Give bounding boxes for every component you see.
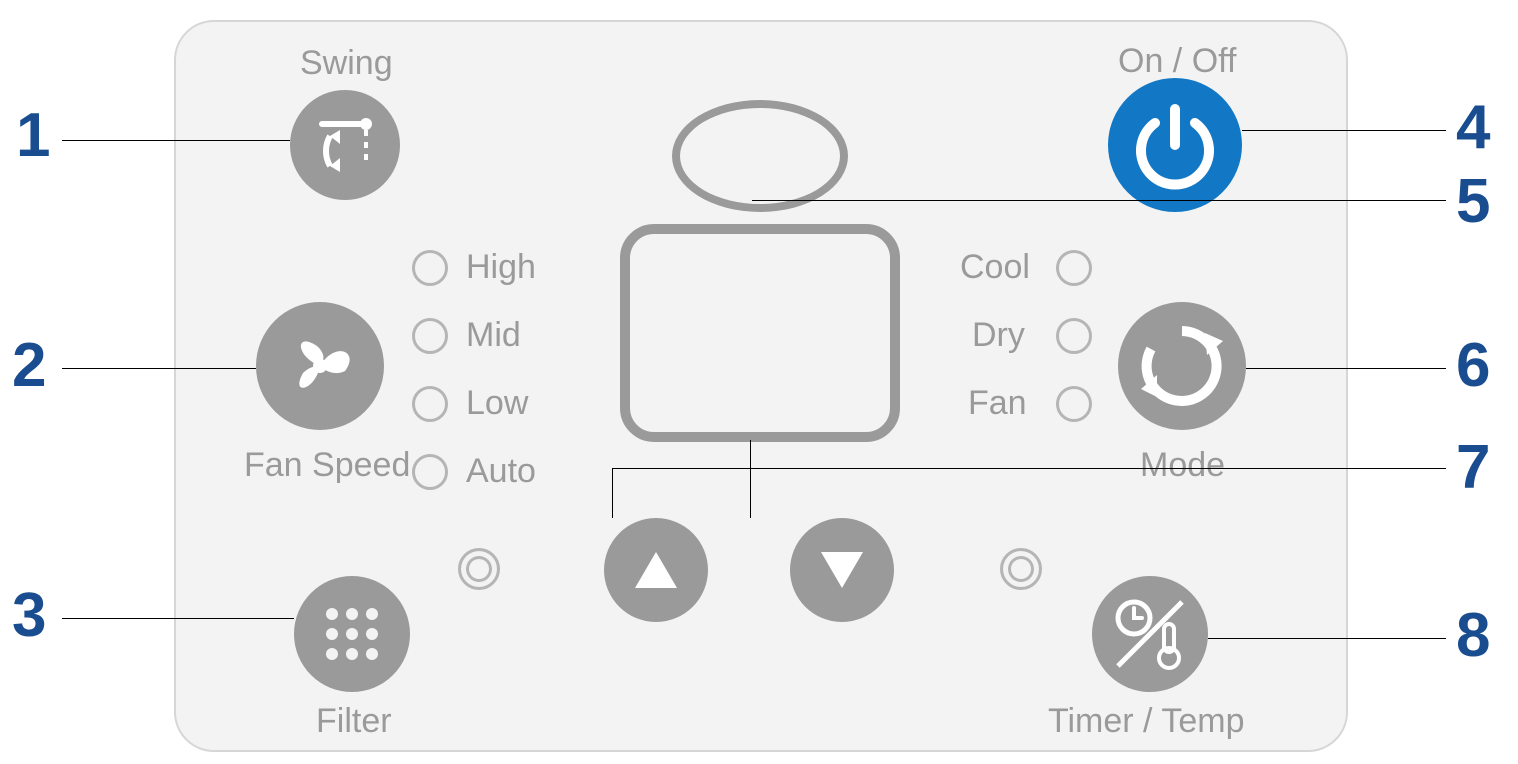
mode-button[interactable] xyxy=(1118,302,1246,430)
callout-3: 3 xyxy=(12,580,46,651)
mode-dry-label: Dry xyxy=(972,316,1025,355)
ir-receiver xyxy=(672,100,848,212)
leader-4 xyxy=(1242,130,1446,131)
leader-5 xyxy=(752,200,1446,201)
filter-icon xyxy=(316,598,388,670)
fan-mid-label: Mid xyxy=(466,316,521,355)
timer-temp-indicator xyxy=(1000,548,1042,590)
triangle-down-icon xyxy=(817,548,867,592)
callout-6: 6 xyxy=(1456,330,1490,401)
mode-fan-label: Fan xyxy=(968,384,1027,423)
callout-8: 8 xyxy=(1456,600,1490,671)
up-button[interactable] xyxy=(604,518,708,622)
callout-7: 7 xyxy=(1456,432,1490,503)
mode-cool-indicator xyxy=(1056,250,1092,286)
power-icon xyxy=(1125,95,1225,195)
fan-mid-indicator xyxy=(412,318,448,354)
timer-temp-icon xyxy=(1108,592,1192,676)
swing-button[interactable] xyxy=(290,90,400,200)
mode-dry-indicator xyxy=(1056,318,1092,354)
leader-2 xyxy=(62,368,256,369)
callout-4: 4 xyxy=(1456,92,1490,163)
leader-7-h xyxy=(612,468,1446,469)
fan-speed-button[interactable] xyxy=(256,302,384,430)
mode-label: Mode xyxy=(1140,446,1225,485)
display-window xyxy=(620,224,900,442)
fan-icon xyxy=(275,321,365,411)
mode-cool-label: Cool xyxy=(960,248,1030,287)
filter-button[interactable] xyxy=(294,576,410,692)
fan-low-label: Low xyxy=(466,384,528,423)
leader-3 xyxy=(62,618,294,619)
cycle-icon xyxy=(1135,319,1229,413)
down-button[interactable] xyxy=(790,518,894,622)
fan-high-indicator xyxy=(412,250,448,286)
callout-5: 5 xyxy=(1456,166,1490,237)
power-button[interactable] xyxy=(1108,78,1242,212)
onoff-label: On / Off xyxy=(1118,42,1236,81)
timer-temp-button[interactable] xyxy=(1092,576,1208,692)
leader-1 xyxy=(62,140,290,141)
timer-temp-label: Timer / Temp xyxy=(1048,702,1244,741)
fan-high-label: High xyxy=(466,248,536,287)
filter-label: Filter xyxy=(316,702,392,741)
leader-7-v2 xyxy=(750,440,751,518)
mode-fan-indicator xyxy=(1056,386,1092,422)
leader-7-v1 xyxy=(612,468,613,518)
callout-2: 2 xyxy=(12,330,46,401)
triangle-up-icon xyxy=(631,548,681,592)
swing-label: Swing xyxy=(300,44,393,83)
swing-icon xyxy=(310,110,380,180)
filter-indicator xyxy=(458,548,500,590)
callout-1: 1 xyxy=(16,100,50,171)
fan-auto-label: Auto xyxy=(466,452,536,491)
fan-low-indicator xyxy=(412,386,448,422)
leader-8 xyxy=(1208,638,1446,639)
fan-speed-label: Fan Speed xyxy=(244,446,410,485)
leader-6 xyxy=(1246,368,1446,369)
fan-auto-indicator xyxy=(412,454,448,490)
